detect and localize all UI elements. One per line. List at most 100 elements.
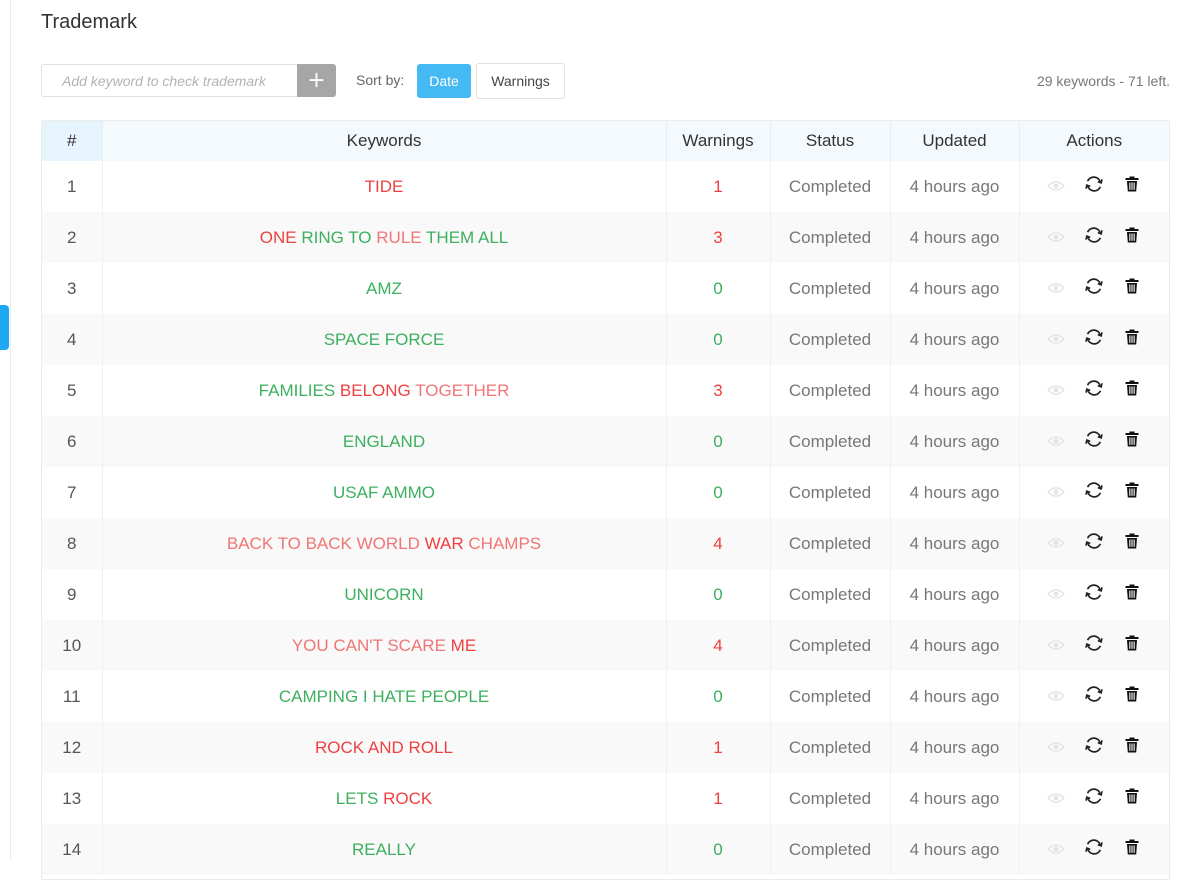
header-number[interactable]: #: [42, 121, 103, 161]
keyword-cell: ENGLAND: [102, 416, 667, 467]
keyword-word: BELONG: [339, 380, 411, 400]
recheck-button[interactable]: [1082, 838, 1106, 862]
recheck-button[interactable]: [1082, 328, 1106, 352]
status-cell: Completed: [770, 620, 891, 671]
view-button[interactable]: [1044, 736, 1068, 760]
recheck-button[interactable]: [1082, 583, 1106, 607]
refresh-icon: [1084, 276, 1104, 301]
header-status[interactable]: Status: [770, 121, 891, 161]
view-button[interactable]: [1044, 481, 1068, 505]
refresh-icon: [1084, 531, 1104, 556]
recheck-button[interactable]: [1082, 685, 1106, 709]
eye-icon: [1047, 636, 1066, 656]
recheck-button[interactable]: [1082, 175, 1106, 199]
delete-button[interactable]: [1120, 685, 1144, 709]
view-button[interactable]: [1044, 277, 1068, 301]
table-row: 5 FAMILIES BELONG TOGETHER 3 Completed 4 hou…: [42, 365, 1169, 416]
delete-button[interactable]: [1120, 532, 1144, 556]
view-button[interactable]: [1044, 226, 1068, 250]
view-button[interactable]: [1044, 838, 1068, 862]
keyword-word: RULE: [376, 227, 422, 247]
recheck-button[interactable]: [1082, 226, 1106, 250]
recheck-button[interactable]: [1082, 379, 1106, 403]
refresh-icon: [1084, 327, 1104, 352]
sort-warnings-button[interactable]: Warnings: [476, 63, 565, 99]
table-row: 7 USAF AMMO 0 Completed 4 hours ago: [42, 467, 1169, 518]
warnings-count: 0: [666, 314, 771, 365]
view-button[interactable]: [1044, 532, 1068, 556]
delete-button[interactable]: [1120, 481, 1144, 505]
table-row: 1 TIDE 1 Completed 4 hours ago: [42, 161, 1169, 212]
row-actions: [1020, 787, 1170, 811]
keyword-input[interactable]: [41, 64, 297, 97]
keyword-word: BACK TO BACK: [226, 533, 352, 553]
delete-button[interactable]: [1120, 277, 1144, 301]
recheck-button[interactable]: [1082, 787, 1106, 811]
delete-button[interactable]: [1120, 226, 1144, 250]
recheck-button[interactable]: [1082, 430, 1106, 454]
warnings-count: 0: [666, 263, 771, 314]
delete-button[interactable]: [1120, 430, 1144, 454]
view-button[interactable]: [1044, 634, 1068, 658]
refresh-icon: [1084, 378, 1104, 403]
trash-icon: [1125, 635, 1139, 656]
delete-button[interactable]: [1120, 583, 1144, 607]
status-cell: Completed: [770, 722, 891, 773]
actions-cell: [1019, 773, 1169, 824]
view-button[interactable]: [1044, 685, 1068, 709]
delete-button[interactable]: [1120, 787, 1144, 811]
view-button[interactable]: [1044, 583, 1068, 607]
sort-label: Sort by:: [356, 72, 405, 88]
trash-icon: [1125, 329, 1139, 350]
delete-button[interactable]: [1120, 634, 1144, 658]
table-row: 9 UNICORN 0 Completed 4 hours ago: [42, 569, 1169, 620]
keyword-word: UNICORN: [344, 584, 424, 604]
warnings-count: 4: [666, 620, 771, 671]
keyword-word: CHAMPS: [468, 533, 542, 553]
header-warnings[interactable]: Warnings: [666, 121, 771, 161]
header-keywords[interactable]: Keywords: [102, 121, 667, 161]
add-keyword-button[interactable]: +: [297, 64, 336, 97]
recheck-button[interactable]: [1082, 634, 1106, 658]
view-button[interactable]: [1044, 430, 1068, 454]
table-row: 4 SPACE FORCE 0 Completed 4 hours ago: [42, 314, 1169, 365]
keyword-word: ME: [450, 635, 477, 655]
table-row: 8 BACK TO BACK WORLD WAR CHAMPS 4 Completed…: [42, 518, 1169, 569]
keyword-cell: YOU CAN'T SCARE ME: [102, 620, 667, 671]
recheck-button[interactable]: [1082, 532, 1106, 556]
keyword-cell: FAMILIES BELONG TOGETHER: [102, 365, 667, 416]
eye-icon: [1047, 789, 1066, 809]
actions-cell: [1019, 416, 1169, 467]
header-updated[interactable]: Updated: [890, 121, 1020, 161]
keyword-cell: ROCK AND ROLL: [102, 722, 667, 773]
keyword-word: THEM ALL: [426, 227, 509, 247]
recheck-button[interactable]: [1082, 277, 1106, 301]
recheck-button[interactable]: [1082, 736, 1106, 760]
keyword-word: RING TO: [301, 227, 372, 247]
eye-icon: [1047, 840, 1066, 860]
actions-cell: [1019, 518, 1169, 569]
keyword-cell: LETS ROCK: [102, 773, 667, 824]
delete-button[interactable]: [1120, 175, 1144, 199]
delete-button[interactable]: [1120, 379, 1144, 403]
row-actions: [1020, 481, 1170, 505]
keyword-word: ROCK: [383, 788, 433, 808]
status-cell: Completed: [770, 518, 891, 569]
keyword-cell: AMZ: [102, 263, 667, 314]
view-button[interactable]: [1044, 175, 1068, 199]
delete-button[interactable]: [1120, 736, 1144, 760]
view-button[interactable]: [1044, 379, 1068, 403]
status-cell: Completed: [770, 824, 891, 875]
row-actions: [1020, 736, 1170, 760]
recheck-button[interactable]: [1082, 481, 1106, 505]
keyword-word: YOU CAN'T SCARE: [291, 635, 446, 655]
delete-button[interactable]: [1120, 328, 1144, 352]
sidebar-toggle-tab[interactable]: [0, 305, 9, 350]
sort-date-button[interactable]: Date: [417, 64, 471, 98]
delete-button[interactable]: [1120, 838, 1144, 862]
refresh-icon: [1084, 582, 1104, 607]
eye-icon: [1047, 177, 1066, 197]
view-button[interactable]: [1044, 787, 1068, 811]
view-button[interactable]: [1044, 328, 1068, 352]
actions-cell: [1019, 569, 1169, 620]
